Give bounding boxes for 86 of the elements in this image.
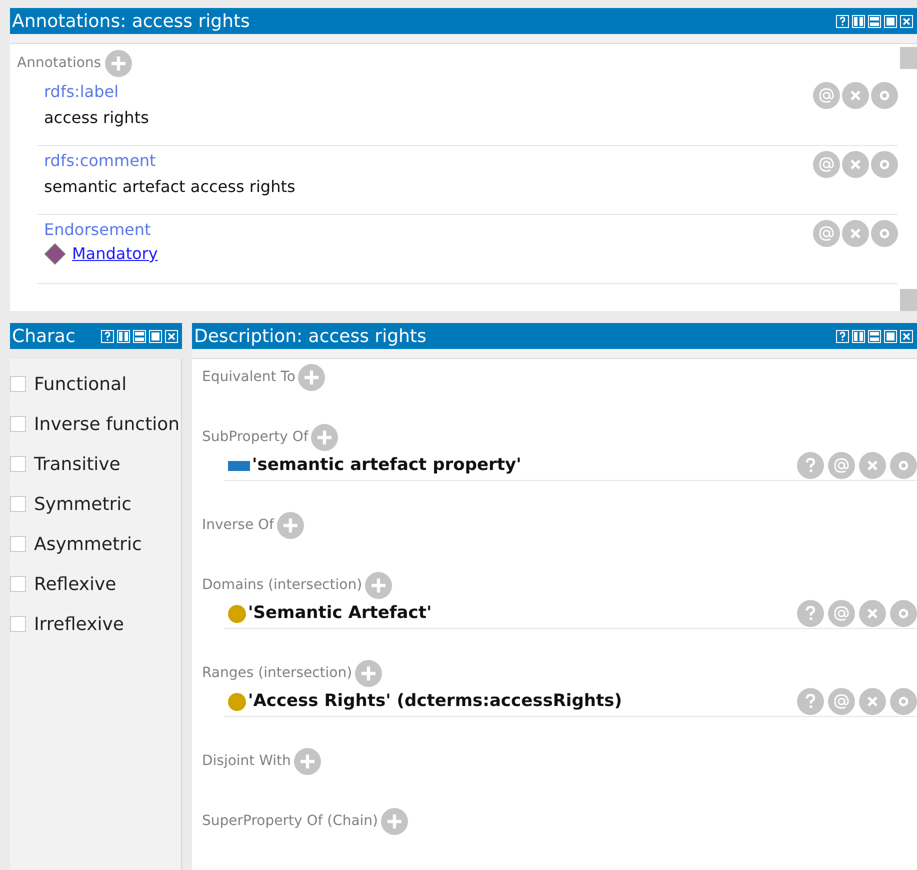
edit-icon[interactable] — [890, 452, 917, 479]
scrollbar[interactable] — [900, 44, 917, 311]
class-icon — [228, 692, 246, 710]
entity-label: 'Semantic Artefact' — [248, 602, 432, 625]
checkbox[interactable] — [10, 416, 26, 432]
add-icon[interactable] — [365, 572, 392, 598]
entity-row[interactable]: 'Access Rights' (dcterms:accessRights) — [224, 687, 917, 717]
section-header: SubProperty Of — [202, 428, 308, 446]
add-icon[interactable] — [298, 364, 326, 390]
delete-icon[interactable] — [842, 151, 869, 178]
split-vertical-icon[interactable] — [852, 14, 865, 28]
checkbox-label: Asymmetric — [34, 532, 142, 556]
checkbox-label: Functional — [34, 372, 127, 396]
maximize-icon[interactable] — [149, 330, 162, 342]
annotation-property: rdfs:label — [44, 81, 120, 103]
property-icon — [228, 460, 250, 470]
class-icon — [228, 604, 246, 622]
checkbox-label: Inverse function — [34, 412, 180, 436]
help-icon[interactable] — [101, 330, 114, 342]
add-icon[interactable] — [381, 808, 408, 834]
section-header: Equivalent To — [202, 368, 296, 386]
edit-icon[interactable] — [890, 600, 917, 627]
help-icon[interactable] — [836, 330, 849, 342]
annotate-icon[interactable] — [813, 220, 840, 247]
close-icon[interactable] — [165, 330, 178, 342]
delete-icon[interactable] — [859, 600, 886, 627]
annotate-icon[interactable] — [828, 600, 855, 627]
annotate-icon[interactable] — [828, 688, 855, 715]
delete-icon[interactable] — [859, 452, 886, 479]
close-icon[interactable] — [900, 14, 913, 28]
split-horizontal-icon[interactable] — [868, 330, 881, 342]
annotation-value: access rights — [44, 107, 149, 129]
checkbox[interactable] — [10, 496, 26, 512]
add-icon[interactable] — [294, 748, 321, 774]
section-header: SuperProperty Of (Chain) — [202, 812, 378, 830]
add-icon[interactable] — [311, 424, 338, 450]
maximize-icon[interactable] — [884, 14, 897, 28]
annotation-row[interactable]: Endorsement Mandatory — [37, 215, 898, 284]
close-icon[interactable] — [900, 330, 913, 342]
checkbox-label: Symmetric — [34, 492, 132, 516]
split-horizontal-icon[interactable] — [133, 330, 146, 342]
panel-title: Charac — [12, 324, 76, 348]
individual-link[interactable]: Mandatory — [72, 242, 158, 266]
edit-icon[interactable] — [871, 220, 898, 247]
add-icon[interactable] — [355, 660, 382, 686]
diamond-icon — [44, 243, 66, 265]
split-horizontal-icon[interactable] — [868, 14, 881, 28]
annotate-icon[interactable] — [813, 151, 840, 178]
checkbox-label: Irreflexive — [34, 612, 124, 636]
entity-label: 'semantic artefact property' — [252, 454, 522, 477]
section-header: Domains (intersection) — [202, 576, 362, 594]
annotation-value: semantic artefact access rights — [44, 176, 296, 198]
entity-row[interactable]: 'semantic artefact property' — [224, 451, 917, 481]
checkbox-label: Reflexive — [34, 572, 116, 596]
checkbox[interactable] — [10, 576, 26, 592]
maximize-icon[interactable] — [884, 330, 897, 342]
edit-icon[interactable] — [871, 151, 898, 178]
annotate-icon[interactable] — [828, 452, 855, 479]
delete-icon[interactable] — [842, 82, 869, 109]
entity-label: 'Access Rights' (dcterms:accessRights) — [248, 690, 622, 713]
section-header: Inverse Of — [202, 516, 274, 534]
panel-title: Description: access rights — [194, 324, 426, 348]
section-header: Annotations — [17, 54, 102, 73]
section-header: Disjoint With — [202, 752, 291, 770]
edit-icon[interactable] — [871, 82, 898, 109]
entity-row[interactable]: 'Semantic Artefact' — [224, 599, 917, 629]
delete-icon[interactable] — [842, 220, 869, 247]
checkbox[interactable] — [10, 616, 26, 632]
split-vertical-icon[interactable] — [117, 330, 130, 342]
checkbox[interactable] — [10, 376, 26, 392]
split-vertical-icon[interactable] — [852, 330, 865, 342]
help-icon[interactable] — [836, 14, 849, 28]
annotation-property: rdfs:comment — [44, 150, 157, 172]
annotation-row[interactable]: rdfs:comment semantic artefact access rights — [37, 146, 898, 215]
checkbox[interactable] — [10, 456, 26, 472]
checkbox-label: Transitive — [34, 452, 120, 476]
edit-icon[interactable] — [890, 688, 917, 715]
delete-icon[interactable] — [859, 688, 886, 715]
checkbox[interactable] — [10, 536, 26, 552]
annotation-property: Endorsement — [44, 219, 152, 241]
annotation-row[interactable]: rdfs:label access rights — [37, 77, 898, 146]
annotate-icon[interactable] — [813, 82, 840, 109]
add-icon[interactable] — [105, 50, 132, 77]
panel-title: Annotations: access rights — [12, 10, 250, 34]
section-header: Ranges (intersection) — [202, 664, 352, 682]
add-icon[interactable] — [276, 512, 304, 538]
